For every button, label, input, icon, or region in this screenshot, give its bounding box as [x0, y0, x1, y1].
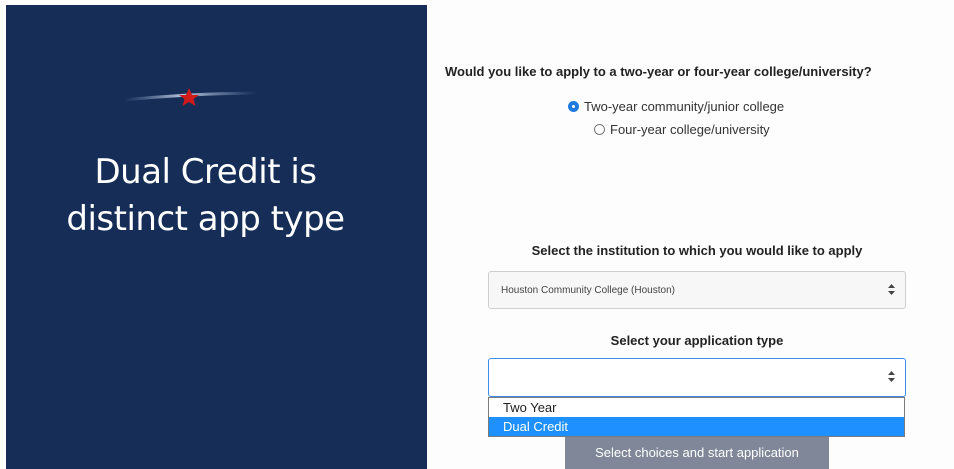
- updown-chevron-icon: [888, 272, 895, 308]
- radio-label-two-year: Two-year community/junior college: [584, 99, 785, 114]
- institution-select-value: Houston Community College (Houston): [501, 285, 675, 296]
- dropdown-option-two-year[interactable]: Two Year: [489, 398, 904, 417]
- institution-label: Select the institution to which you woul…: [531, 243, 863, 258]
- radio-label-four-year: Four-year college/university: [610, 122, 770, 137]
- slide-panel: Dual Credit is distinct app type: [0, 0, 428, 469]
- slide-title-line-2: distinct app type: [66, 199, 345, 239]
- institution-select[interactable]: Houston Community College (Houston): [488, 271, 906, 309]
- radio-button-unchecked[interactable]: [594, 124, 605, 135]
- updown-chevron-icon: [888, 359, 895, 395]
- application-type-select[interactable]: [488, 358, 906, 397]
- slide-title-line-1: Dual Credit is: [94, 152, 317, 192]
- college-type-question: Would you like to apply to a two-year or…: [445, 64, 872, 79]
- star-streak-icon: [123, 88, 257, 106]
- application-type-label: Select your application type: [610, 333, 784, 348]
- radio-button-checked[interactable]: [568, 101, 579, 112]
- application-type-dropdown-list: Two Year Dual Credit: [488, 397, 905, 437]
- dropdown-option-dual-credit[interactable]: Dual Credit: [489, 417, 904, 436]
- radio-option-two-year[interactable]: Two-year community/junior college: [568, 99, 784, 114]
- slide-title: Dual Credit is distinct app type: [6, 149, 405, 243]
- radio-option-four-year[interactable]: Four-year college/university: [594, 122, 770, 137]
- start-application-button[interactable]: Select choices and start application: [565, 437, 829, 469]
